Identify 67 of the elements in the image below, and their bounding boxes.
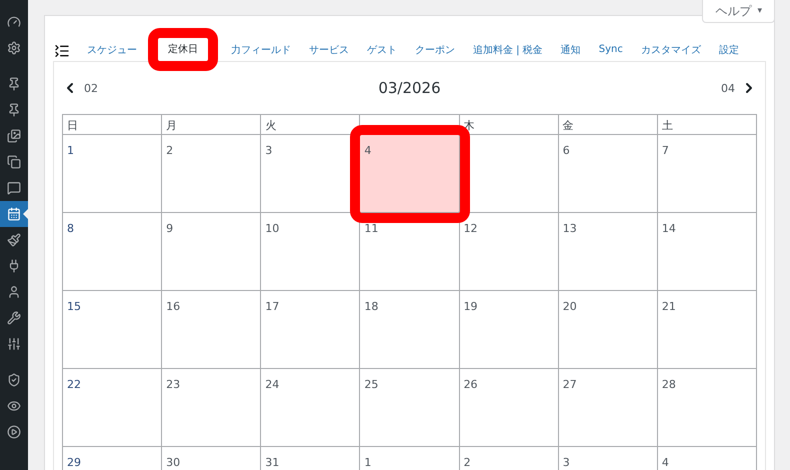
pin-icon [7,103,21,117]
day-cell[interactable]: 26 [460,369,559,447]
day-cell[interactable]: 30 [162,447,262,470]
pages-icon [7,155,21,169]
tab[interactable]: Sync [590,38,632,61]
sidebar-item[interactable] [0,201,28,227]
tab[interactable]: サービス [300,38,358,61]
day-cell[interactable]: 21 [658,291,757,369]
day-cell[interactable]: 28 [658,369,757,447]
day-cell[interactable]: 6 [558,135,658,213]
month-title: 03/2026 [378,79,441,97]
day-cell[interactable]: 1 [360,447,460,470]
day-cell[interactable]: 3 [558,447,658,470]
help-button[interactable]: ヘルプ ▾ [702,0,775,23]
day-cell[interactable]: 24 [261,369,360,447]
day-cell[interactable]: 8 [63,213,162,291]
tab[interactable]: ゲスト [358,38,406,61]
weekday-header: 月 [162,115,262,135]
day-cell[interactable]: 27 [558,369,658,447]
tab[interactable]: スケジュー [78,38,146,61]
tab[interactable]: 設定 [710,38,748,61]
day-cell[interactable]: 7 [658,135,757,213]
prev-month-button[interactable]: 02 [62,80,98,96]
day-cell[interactable]: 13 [558,213,658,291]
day-cell[interactable]: 25 [360,369,460,447]
day-cell[interactable]: 19 [460,291,559,369]
day-cell[interactable]: 12 [460,213,559,291]
settings-icon [7,41,21,55]
day-cell[interactable]: 2 [162,135,262,213]
weekday-header: 金 [558,115,658,135]
day-cell[interactable]: 22 [63,369,162,447]
day-cell[interactable]: 10 [261,213,360,291]
day-cell[interactable]: 9 [162,213,262,291]
play-icon [7,425,21,439]
eye-icon [7,399,21,413]
day-cell[interactable]: 1 [63,135,162,213]
day-cell[interactable]: 31 [261,447,360,470]
tab[interactable]: カスタマイズ [632,38,710,61]
tab[interactable]: 追加料金 | 税金 [464,38,552,61]
comment-icon [7,181,21,195]
media-icon [7,129,21,143]
day-cell[interactable]: 18 [360,291,460,369]
calendar-icon [7,207,21,221]
next-month-button[interactable]: 04 [720,80,757,96]
day-cell[interactable]: 16 [162,291,262,369]
plug-icon [7,259,21,273]
pin-icon [7,77,21,91]
day-cell[interactable]: 17 [261,291,360,369]
day-cell[interactable]: 23 [162,369,262,447]
day-cell[interactable]: 2 [460,447,559,470]
user-icon [7,285,21,299]
weekday-header: 日 [63,115,162,135]
day-cell[interactable]: 29 [63,447,162,470]
day-cell[interactable]: 14 [658,213,757,291]
day-cell[interactable]: 4 [658,447,757,470]
tab[interactable]: 力フィールド [222,38,300,61]
day-cell[interactable]: 20 [558,291,658,369]
wrench-icon [7,311,21,325]
tab[interactable]: 通知 [552,38,590,61]
tab[interactable]: クーポン [406,38,464,61]
weekday-header: 土 [658,115,757,135]
sliders-icon [7,337,21,351]
gauge-icon [7,15,21,29]
shield-icon [7,373,21,387]
day-cell[interactable]: 11 [360,213,460,291]
brush-icon [7,233,21,247]
day-cell[interactable]: 15 [63,291,162,369]
